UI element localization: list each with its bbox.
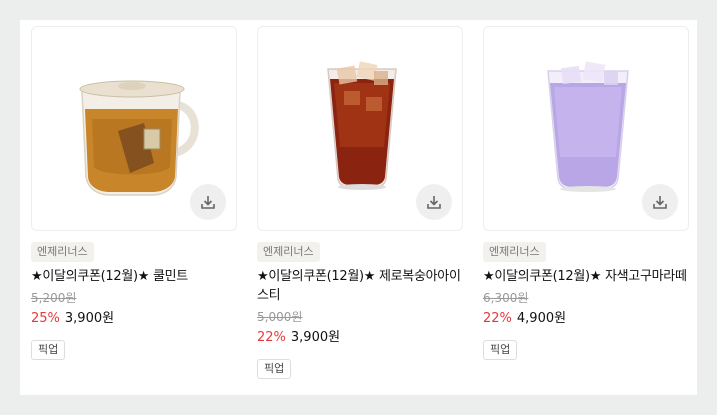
sale-price: 4,900원 xyxy=(516,311,567,326)
original-price: 6,300원 xyxy=(483,291,529,305)
pickup-tag: 픽업 xyxy=(257,359,292,379)
original-price: 5,000원 xyxy=(257,310,303,324)
sale-price: 3,900원 xyxy=(64,311,115,326)
sale-price: 3,900원 xyxy=(290,330,341,345)
price-row: 25% 3,900원 xyxy=(31,310,237,328)
product-card[interactable]: 엔제리너스 ★이달의쿠폰(12월)★ 제로복숭아아이스티 5,000원 22% 3… xyxy=(257,26,463,379)
download-button[interactable] xyxy=(190,184,226,220)
download-button[interactable] xyxy=(642,184,678,220)
price-row: 22% 4,900원 xyxy=(483,310,689,328)
product-image[interactable] xyxy=(31,26,237,231)
product-card[interactable]: 엔제리너스 ★이달의쿠폰(12월)★ 자색고구마라떼 6,300원 22% 4,9… xyxy=(483,26,689,360)
product-title[interactable]: ★이달의쿠폰(12월)★ 쿨민트 xyxy=(31,267,237,286)
brand-badge: 엔제리너스 xyxy=(257,242,320,262)
download-icon xyxy=(427,196,441,209)
original-price: 5,200원 xyxy=(31,291,77,305)
product-list: 엔제리너스 ★이달의쿠폰(12월)★ 쿨민트 5,200원 25% 3,900원 … xyxy=(20,20,697,395)
product-card[interactable]: 엔제리너스 ★이달의쿠폰(12월)★ 쿨민트 5,200원 25% 3,900원 … xyxy=(31,26,237,360)
product-image[interactable] xyxy=(483,26,689,231)
product-title[interactable]: ★이달의쿠폰(12월)★ 자색고구마라떼 xyxy=(483,267,689,286)
product-title[interactable]: ★이달의쿠폰(12월)★ 제로복숭아아이스티 xyxy=(257,267,463,305)
brand-badge: 엔제리너스 xyxy=(483,242,546,262)
price-row: 22% 3,900원 xyxy=(257,329,463,347)
download-button[interactable] xyxy=(416,184,452,220)
discount-rate: 25% xyxy=(31,311,60,326)
brand-badge: 엔제리너스 xyxy=(31,242,94,262)
download-icon xyxy=(201,196,215,209)
pickup-tag: 픽업 xyxy=(31,340,66,360)
discount-rate: 22% xyxy=(483,311,512,326)
download-icon xyxy=(653,196,667,209)
discount-rate: 22% xyxy=(257,330,286,345)
product-image[interactable] xyxy=(257,26,463,231)
pickup-tag: 픽업 xyxy=(483,340,518,360)
